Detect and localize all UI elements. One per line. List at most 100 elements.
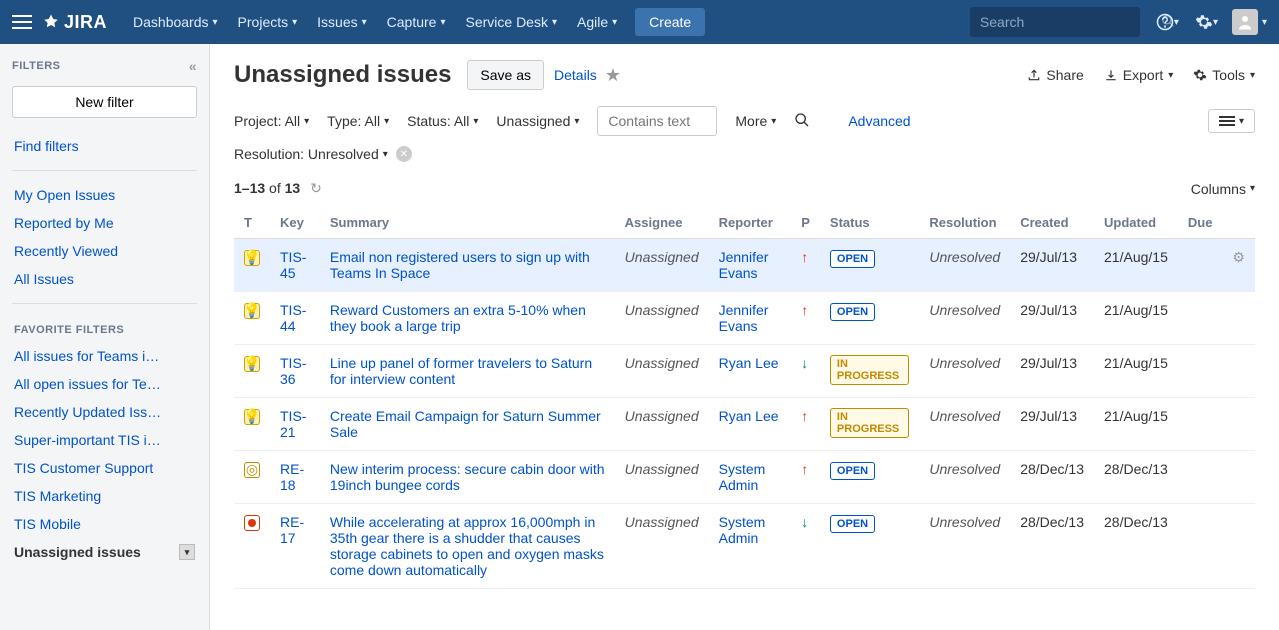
issue-type-idea-icon: 💡 [244,409,260,425]
column-header[interactable]: Reporter [709,207,792,239]
collapse-icon[interactable]: « [189,58,197,74]
settings-icon[interactable]: ▾ [1195,13,1218,31]
sidebar-fav-filter[interactable]: TIS Marketing [12,482,197,510]
column-header[interactable]: Created [1010,207,1094,239]
issue-summary-link[interactable]: Line up panel of former travelers to Sat… [330,355,592,387]
active-filter[interactable]: Unassigned issues ▾ [12,538,197,566]
issue-key-link[interactable]: RE-18 [280,461,304,493]
more-filter[interactable]: More▾ [735,113,776,129]
issue-summary-link[interactable]: Email non registered users to sign up wi… [330,249,590,281]
sidebar-filter[interactable]: Recently Viewed [12,237,197,265]
updated-value: 21/Aug/15 [1094,345,1178,398]
reporter-link[interactable]: Ryan Lee [719,408,779,424]
main-content: Unassigned issues Save as Details ★ Shar… [210,44,1279,630]
filter-bar-2: Resolution: Unresolved▾ ✕ [234,146,1255,162]
column-header[interactable]: Key [270,207,320,239]
issue-type-idea-icon: 💡 [244,250,260,266]
column-header[interactable]: Updated [1094,207,1178,239]
issue-summary-link[interactable]: Reward Customers an extra 5-10% when the… [330,302,586,334]
help-icon[interactable]: ▾ [1156,13,1179,31]
nav-capture[interactable]: Capture ▾ [377,0,456,44]
status-badge: OPEN [830,515,875,533]
reporter-link[interactable]: System Admin [719,514,766,546]
advanced-link[interactable]: Advanced [848,113,910,129]
row-settings-icon[interactable]: ⚙ [1232,249,1245,265]
sidebar-filter[interactable]: All Issues [12,265,197,293]
nav-service-desk[interactable]: Service Desk ▾ [456,0,568,44]
nav-dashboards[interactable]: Dashboards ▾ [123,0,228,44]
share-button[interactable]: Share [1027,67,1083,83]
due-value [1178,345,1223,398]
column-header[interactable]: Due [1178,207,1223,239]
column-header[interactable]: Resolution [919,207,1010,239]
reporter-link[interactable]: Ryan Lee [719,355,779,371]
resolution-value: Unresolved [929,249,1000,265]
issue-type-bug-icon [244,515,260,531]
table-row[interactable]: 💡TIS-44Reward Customers an extra 5-10% w… [234,292,1255,345]
search-input[interactable] [980,14,1161,30]
status-filter[interactable]: Status: All▾ [407,113,478,129]
nav-agile[interactable]: Agile ▾ [567,0,627,44]
tools-button[interactable]: Tools▾ [1193,67,1255,83]
star-icon[interactable]: ★ [605,65,621,86]
columns-button[interactable]: Columns▾ [1191,181,1255,197]
view-toggle[interactable]: ▾ [1208,109,1255,133]
create-button[interactable]: Create [635,8,705,36]
table-row[interactable]: RE-17 While accelerating at approx 16,000… [234,504,1255,589]
menu-icon[interactable] [12,12,32,32]
sidebar-fav-filter[interactable]: TIS Mobile [12,510,197,538]
issue-key-link[interactable]: TIS-45 [280,249,306,281]
sidebar-filter[interactable]: Reported by Me [12,209,197,237]
column-header[interactable]: Summary [320,207,615,239]
nav-projects[interactable]: Projects ▾ [228,0,308,44]
text-filter-input[interactable] [597,106,717,136]
issue-summary-link[interactable]: Create Email Campaign for Saturn Summer … [330,408,601,440]
details-link[interactable]: Details [554,67,597,83]
column-header[interactable]: P [791,207,820,239]
sidebar-fav-filter[interactable]: All open issues for Te… [12,370,197,398]
issue-key-link[interactable]: TIS-44 [280,302,306,334]
column-header[interactable]: Status [820,207,919,239]
sidebar-fav-filter[interactable]: Recently Updated Iss… [12,398,197,426]
sidebar-fav-filter[interactable]: Super-important TIS i… [12,426,197,454]
resolution-filter[interactable]: Resolution: Unresolved▾ [234,146,388,162]
issue-summary-link[interactable]: New interim process: secure cabin door w… [330,461,605,493]
reporter-link[interactable]: Jennifer Evans [719,249,769,281]
table-row[interactable]: ◎RE-18New interim process: secure cabin … [234,451,1255,504]
status-badge: OPEN [830,250,875,268]
save-as-button[interactable]: Save as [467,60,544,90]
find-filters-link[interactable]: Find filters [12,132,197,160]
filter-search-icon[interactable] [794,112,810,131]
table-row[interactable]: 💡 TIS-45 Email non registered users to sig… [234,239,1255,292]
sidebar-fav-filter[interactable]: TIS Customer Support [12,454,197,482]
column-header[interactable]: T [234,207,270,239]
clear-filter-icon[interactable]: ✕ [396,146,412,162]
created-value: 29/Jul/13 [1010,398,1094,451]
type-filter[interactable]: Type: All▾ [327,113,389,129]
new-filter-button[interactable]: New filter [12,86,197,118]
issue-key-link[interactable]: RE-17 [280,514,304,546]
issue-key-link[interactable]: TIS-21 [280,408,306,440]
issue-key-link[interactable]: TIS-36 [280,355,306,387]
table-row[interactable]: 💡 TIS-21 Create Email Campaign for Saturn … [234,398,1255,451]
table-row[interactable]: 💡TIS-36Line up panel of former travelers… [234,345,1255,398]
filter-dropdown-icon[interactable]: ▾ [179,544,195,560]
reporter-link[interactable]: System Admin [719,461,766,493]
sidebar-filter[interactable]: My Open Issues [12,181,197,209]
resolution-value: Unresolved [929,302,1000,318]
reporter-link[interactable]: Jennifer Evans [719,302,769,334]
project-filter[interactable]: Project: All▾ [234,113,309,129]
created-value: 29/Jul/13 [1010,345,1094,398]
user-avatar[interactable] [1232,9,1258,35]
refresh-icon[interactable]: ↻ [310,180,322,196]
global-search[interactable] [970,7,1140,37]
assignee-filter[interactable]: Unassigned▾ [496,113,579,129]
due-value [1178,504,1223,589]
issue-summary-link[interactable]: While accelerating at approx 16,000mph i… [330,514,604,578]
export-button[interactable]: Export▾ [1104,67,1174,83]
column-header[interactable]: Assignee [615,207,709,239]
jira-logo[interactable]: JIRA [42,12,107,33]
nav-issues[interactable]: Issues ▾ [307,0,377,44]
jira-logo-icon [42,13,60,31]
sidebar-fav-filter[interactable]: All issues for Teams i… [12,342,197,370]
